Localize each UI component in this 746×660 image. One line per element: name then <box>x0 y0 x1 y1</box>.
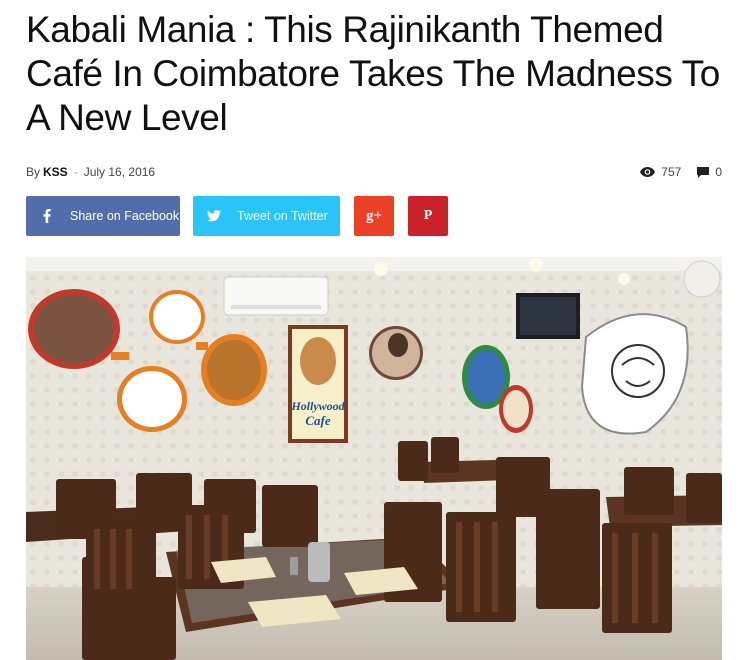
twitter-icon <box>193 210 235 222</box>
comments-value: 0 <box>715 165 722 179</box>
article-page: Kabali Mania : This Rajinikanth Themed C… <box>0 0 746 660</box>
share-facebook-label: Share on Facebook <box>70 209 180 223</box>
featured-image: Hollywood Cafe <box>26 257 722 660</box>
views-count: 757 <box>640 165 681 179</box>
share-twitter-button[interactable]: Tweet on Twitter <box>193 196 340 236</box>
meta-separator: - <box>73 165 78 179</box>
pinterest-icon: P <box>423 208 433 223</box>
share-facebook-button[interactable]: Share on Facebook <box>26 196 180 236</box>
by-label: By <box>26 165 41 179</box>
views-value: 757 <box>661 165 682 179</box>
poster-text-line1: Hollywood <box>290 399 345 413</box>
article-title: Kabali Mania : This Rajinikanth Themed C… <box>26 9 720 138</box>
share-googleplus-button[interactable]: g+ <box>354 196 394 236</box>
article-meta: By KSS - July 16, 2016 <box>26 164 155 180</box>
author-link[interactable]: KSS <box>43 165 68 179</box>
comment-icon <box>697 166 710 178</box>
share-twitter-label: Tweet on Twitter <box>237 209 328 223</box>
comments-count[interactable]: 0 <box>697 165 722 179</box>
publish-date: July 16, 2016 <box>83 165 156 179</box>
article-stats: 757 0 <box>624 164 722 180</box>
share-pinterest-button[interactable]: P <box>408 196 448 236</box>
eye-icon <box>640 167 656 177</box>
facebook-icon <box>26 209 68 223</box>
poster-text-line2: Cafe <box>305 413 331 428</box>
google-plus-icon: g+ <box>365 207 383 224</box>
